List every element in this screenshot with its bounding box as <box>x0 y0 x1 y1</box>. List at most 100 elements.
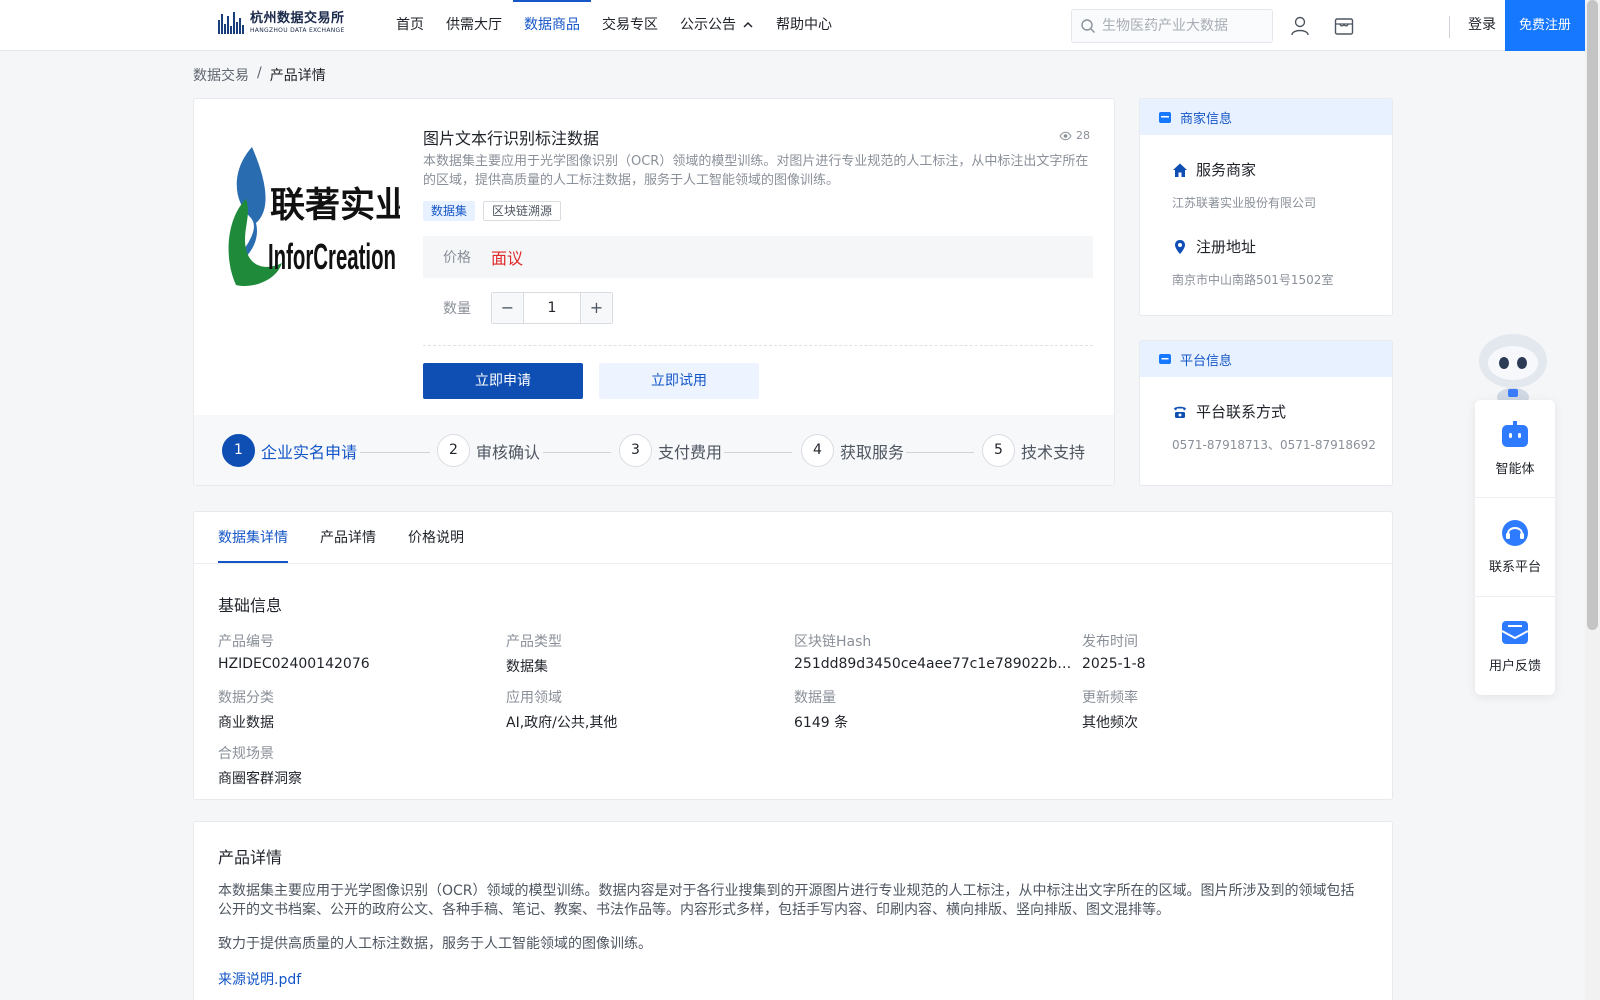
address-value: 南京市中山南路501号1502室 <box>1172 273 1334 287</box>
platform-info-header: 平台信息 <box>1140 341 1392 377</box>
quantity-row: 数量 − 1 + <box>443 292 613 324</box>
step-connector <box>543 452 611 453</box>
merchant-logo-cn: 联著实业 <box>270 186 400 226</box>
step-2-label: 审核确认 <box>476 442 541 462</box>
calendar-icon <box>1159 112 1171 123</box>
field-product-type: 产品类型 数据集 <box>506 631 786 676</box>
product-title: 图片文本行识别标注数据 <box>423 129 600 148</box>
field-data-volume: 数据量 6149 条 <box>794 687 1074 732</box>
search-icon[interactable] <box>1080 18 1096 34</box>
merchant-info-title: 商家信息 <box>1180 111 1233 127</box>
robot-assistant-icon[interactable] <box>1475 327 1551 403</box>
field-value: 数据集 <box>506 659 548 675</box>
field-label: 数据量 <box>794 690 836 706</box>
search-box <box>1071 9 1273 43</box>
user-feedback-button[interactable]: 用户反馈 <box>1475 597 1555 693</box>
tag-blockchain: 区块链溯源 <box>483 201 562 221</box>
product-detail-card: 产品详情 本数据集主要应用于光学图像识别（OCR）领域的模型训练。数据内容是对于… <box>193 821 1393 1000</box>
robot-face-icon <box>1502 420 1528 447</box>
step-connector <box>360 452 430 453</box>
nav-announcements[interactable]: 公示公告 <box>669 0 765 50</box>
tag-dataset: 数据集 <box>423 201 476 221</box>
site-logo[interactable]: 杭州数据交易所 HANGZHOU DATA EXCHANGE <box>218 12 345 34</box>
step-1: 1 企业实名申请 <box>222 434 357 467</box>
field-label: 发布时间 <box>1082 634 1138 650</box>
quantity-input[interactable]: 1 <box>523 293 581 323</box>
store-icon[interactable] <box>1333 15 1355 37</box>
feedback-mail-icon <box>1501 620 1529 644</box>
field-application-domain: 应用领域 AI,政府/公共,其他 <box>506 687 786 732</box>
breadcrumb-root[interactable]: 数据交易 <box>193 65 249 85</box>
home-icon <box>1173 163 1187 177</box>
product-detail-paragraph-1: 本数据集主要应用于光学图像识别（OCR）领域的模型训练。数据内容是对于各行业搜集… <box>218 883 1355 918</box>
field-compliance-scenario: 合规场景 商圈客群洞察 <box>218 743 498 788</box>
login-link[interactable]: 登录 <box>1460 0 1504 50</box>
step-4: 4 获取服务 <box>801 434 904 467</box>
scrollbar-thumb[interactable] <box>1587 0 1598 630</box>
platform-contact-label: 平台联系方式 <box>1196 403 1287 421</box>
field-label: 数据分类 <box>218 690 274 706</box>
merchant-logo-en: InforCreation <box>268 236 396 277</box>
phone-icon <box>1174 406 1186 418</box>
apply-now-button[interactable]: 立即申请 <box>423 363 583 399</box>
address-label: 注册地址 <box>1196 238 1257 256</box>
nav-trade-zone[interactable]: 交易专区 <box>591 0 669 50</box>
field-value: 6149 条 <box>794 715 849 731</box>
contact-platform-button[interactable]: 联系平台 <box>1475 498 1555 594</box>
source-pdf-link[interactable]: 来源说明.pdf <box>218 969 301 989</box>
logo-title: 杭州数据交易所 <box>250 11 345 26</box>
step-1-label: 企业实名申请 <box>261 442 358 462</box>
step-3-number: 3 <box>619 434 652 467</box>
quantity-label: 数量 <box>443 301 471 317</box>
product-card: 联著实业 InforCreation 图片文本行识别标注数据 28 本数据集主要… <box>193 98 1115 486</box>
address-row: 注册地址 <box>1172 236 1256 257</box>
field-value: 251dd89d3450ce4aee77c1e789022b3c49... <box>794 656 1074 672</box>
nav-supply-demand[interactable]: 供需大厅 <box>435 0 513 50</box>
dataset-detail-card: 数据集详情 产品详情 价格说明 基础信息 产品编号 HZIDEC02400142… <box>193 511 1393 800</box>
search-input[interactable] <box>1102 18 1262 34</box>
nav-announcements-label: 公示公告 <box>680 17 736 33</box>
nav-home[interactable]: 首页 <box>385 0 435 50</box>
field-product-id: 产品编号 HZIDEC02400142076 <box>218 631 498 672</box>
quantity-stepper: − 1 + <box>491 292 613 324</box>
field-value: HZIDEC02400142076 <box>218 656 370 672</box>
step-4-number: 4 <box>801 434 834 467</box>
step-connector <box>906 452 974 453</box>
tab-price-explanation[interactable]: 价格说明 <box>408 512 464 564</box>
field-value: 商业数据 <box>218 715 274 731</box>
service-merchant-label: 服务商家 <box>1196 161 1257 179</box>
logo-subtitle: HANGZHOU DATA EXCHANGE <box>250 27 345 34</box>
merchant-info-header: 商家信息 <box>1140 99 1392 135</box>
basic-info-title: 基础信息 <box>218 596 283 615</box>
field-value: 2025-1-8 <box>1082 656 1146 672</box>
field-value: 商圈客群洞察 <box>218 771 302 787</box>
eye-icon <box>1059 131 1072 140</box>
decrement-button[interactable]: − <box>492 293 523 323</box>
field-value: 其他频次 <box>1082 715 1138 731</box>
product-detail-title: 产品详情 <box>218 848 283 867</box>
page-scrollbar[interactable] <box>1585 0 1600 1000</box>
increment-button[interactable]: + <box>581 293 612 323</box>
merchant-logo-image: 联著实业 InforCreation <box>228 147 400 287</box>
try-now-button[interactable]: 立即试用 <box>599 363 759 399</box>
product-detail-paragraph-2: 致力于提供高质量的人工标注数据，服务于人工智能领域的图像训练。 <box>218 936 652 952</box>
tab-dataset-details[interactable]: 数据集详情 <box>218 512 288 564</box>
chevron-up-icon <box>743 21 753 28</box>
field-label: 更新频率 <box>1082 690 1138 706</box>
field-label: 合规场景 <box>218 746 274 762</box>
step-5: 5 技术支持 <box>982 434 1085 467</box>
product-tags: 数据集 区块链溯源 <box>423 201 562 221</box>
tabs-divider <box>194 563 1392 564</box>
tab-product-details[interactable]: 产品详情 <box>320 512 376 564</box>
step-5-number: 5 <box>982 434 1015 467</box>
nav-data-products[interactable]: 数据商品 <box>513 0 591 50</box>
field-publish-time: 发布时间 2025-1-8 <box>1082 631 1362 672</box>
top-header: 杭州数据交易所 HANGZHOU DATA EXCHANGE 首页 供需大厅 数… <box>0 0 1600 51</box>
breadcrumb: 数据交易 / 产品详情 <box>193 65 326 85</box>
view-count: 28 <box>1059 129 1090 142</box>
register-button[interactable]: 免费注册 <box>1505 0 1585 51</box>
step-2-number: 2 <box>437 434 470 467</box>
agent-button[interactable]: 智能体 <box>1475 400 1555 496</box>
nav-help-center[interactable]: 帮助中心 <box>765 0 843 50</box>
user-icon[interactable] <box>1289 15 1311 37</box>
